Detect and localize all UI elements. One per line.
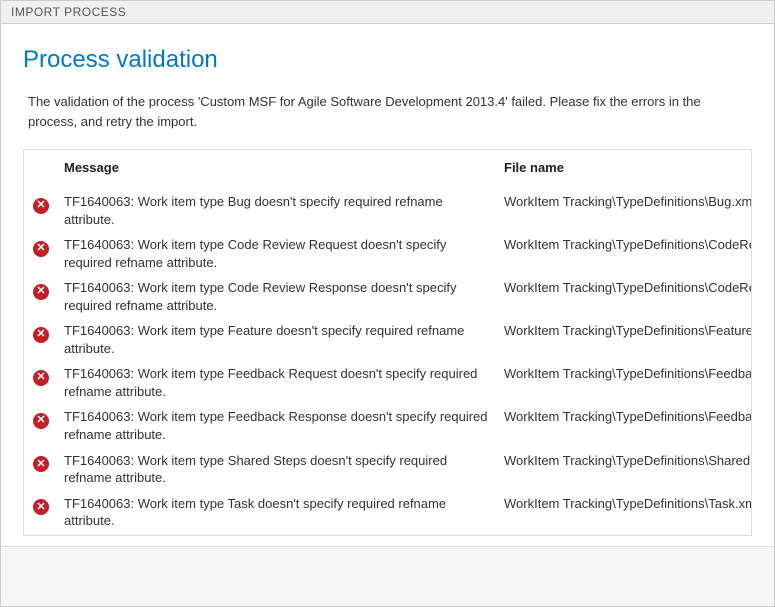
page-title: Process validation [23,46,752,74]
error-filename: WorkItem Tracking\TypeDefinitions\Feedba… [498,361,751,404]
error-message: TF1640063: Work item type Shared Steps d… [58,448,498,491]
error-icon-cell: ✕ [24,232,58,275]
error-message: TF1640063: Work item type Bug doesn't sp… [58,189,498,232]
error-filename: WorkItem Tracking\TypeDefinitions\Task.x… [498,491,751,534]
table-row[interactable]: ✕ TF1640063: Work item type Feedback Requ… [24,361,751,404]
validation-description: The validation of the process 'Custom MS… [23,92,752,131]
error-filename: WorkItem Tracking\TypeDefinitions\CodeRe… [498,232,751,275]
error-icon-cell: ✕ [24,361,58,404]
error-icon: ✕ [33,327,49,343]
table-row[interactable]: ✕ TF1640063: Work item type Bug doesn't s… [24,189,751,232]
table-row[interactable]: ✕ TF1640063: Work item type Shared Steps … [24,448,751,491]
error-message: TF1640063: Work item type Code Review Re… [58,275,498,318]
error-message: TF1640063: Work item type Feature doesn'… [58,318,498,361]
column-header-icon[interactable] [24,150,58,189]
error-icon: ✕ [33,456,49,472]
error-icon-cell: ✕ [24,448,58,491]
error-icon: ✕ [33,198,49,214]
error-icon: ✕ [33,499,49,515]
window-title: IMPORT PROCESS [11,5,126,19]
table-row[interactable]: ✕ TF1640063: Work item type Feedback Resp… [24,404,751,447]
error-filename: WorkItem Tracking\TypeDefinitions\Shared… [498,448,751,491]
error-icon: ✕ [33,284,49,300]
error-table: Message File name ✕ TF1640063: Work item … [24,150,751,534]
table-row[interactable]: ✕ TF1640063: Work item type Code Review R… [24,232,751,275]
error-filename: WorkItem Tracking\TypeDefinitions\Featur… [498,318,751,361]
table-row[interactable]: ✕ TF1640063: Work item type Task doesn't … [24,491,751,534]
error-table-container: Message File name ✕ TF1640063: Work item … [23,149,752,536]
table-row[interactable]: ✕ TF1640063: Work item type Code Review R… [24,275,751,318]
error-filename: WorkItem Tracking\TypeDefinitions\Bug.xm… [498,189,751,232]
table-row[interactable]: ✕ TF1640063: Work item type Feature doesn… [24,318,751,361]
error-icon-cell: ✕ [24,404,58,447]
error-message: TF1640063: Work item type Feedback Reque… [58,361,498,404]
error-icon-cell: ✕ [24,275,58,318]
dialog-footer [1,546,774,606]
error-filename: WorkItem Tracking\TypeDefinitions\CodeRe… [498,275,751,318]
error-icon-cell: ✕ [24,491,58,534]
column-header-filename[interactable]: File name [498,150,751,189]
error-icon-cell: ✕ [24,189,58,232]
error-icon: ✕ [33,413,49,429]
error-icon: ✕ [33,370,49,386]
error-icon: ✕ [33,241,49,257]
error-message: TF1640063: Work item type Code Review Re… [58,232,498,275]
window-titlebar: IMPORT PROCESS [1,1,774,24]
error-message: TF1640063: Work item type Feedback Respo… [58,404,498,447]
error-message: TF1640063: Work item type Task doesn't s… [58,491,498,534]
column-header-message[interactable]: Message [58,150,498,189]
error-filename: WorkItem Tracking\TypeDefinitions\Feedba… [498,404,751,447]
error-icon-cell: ✕ [24,318,58,361]
content-area: Process validation The validation of the… [1,24,774,546]
